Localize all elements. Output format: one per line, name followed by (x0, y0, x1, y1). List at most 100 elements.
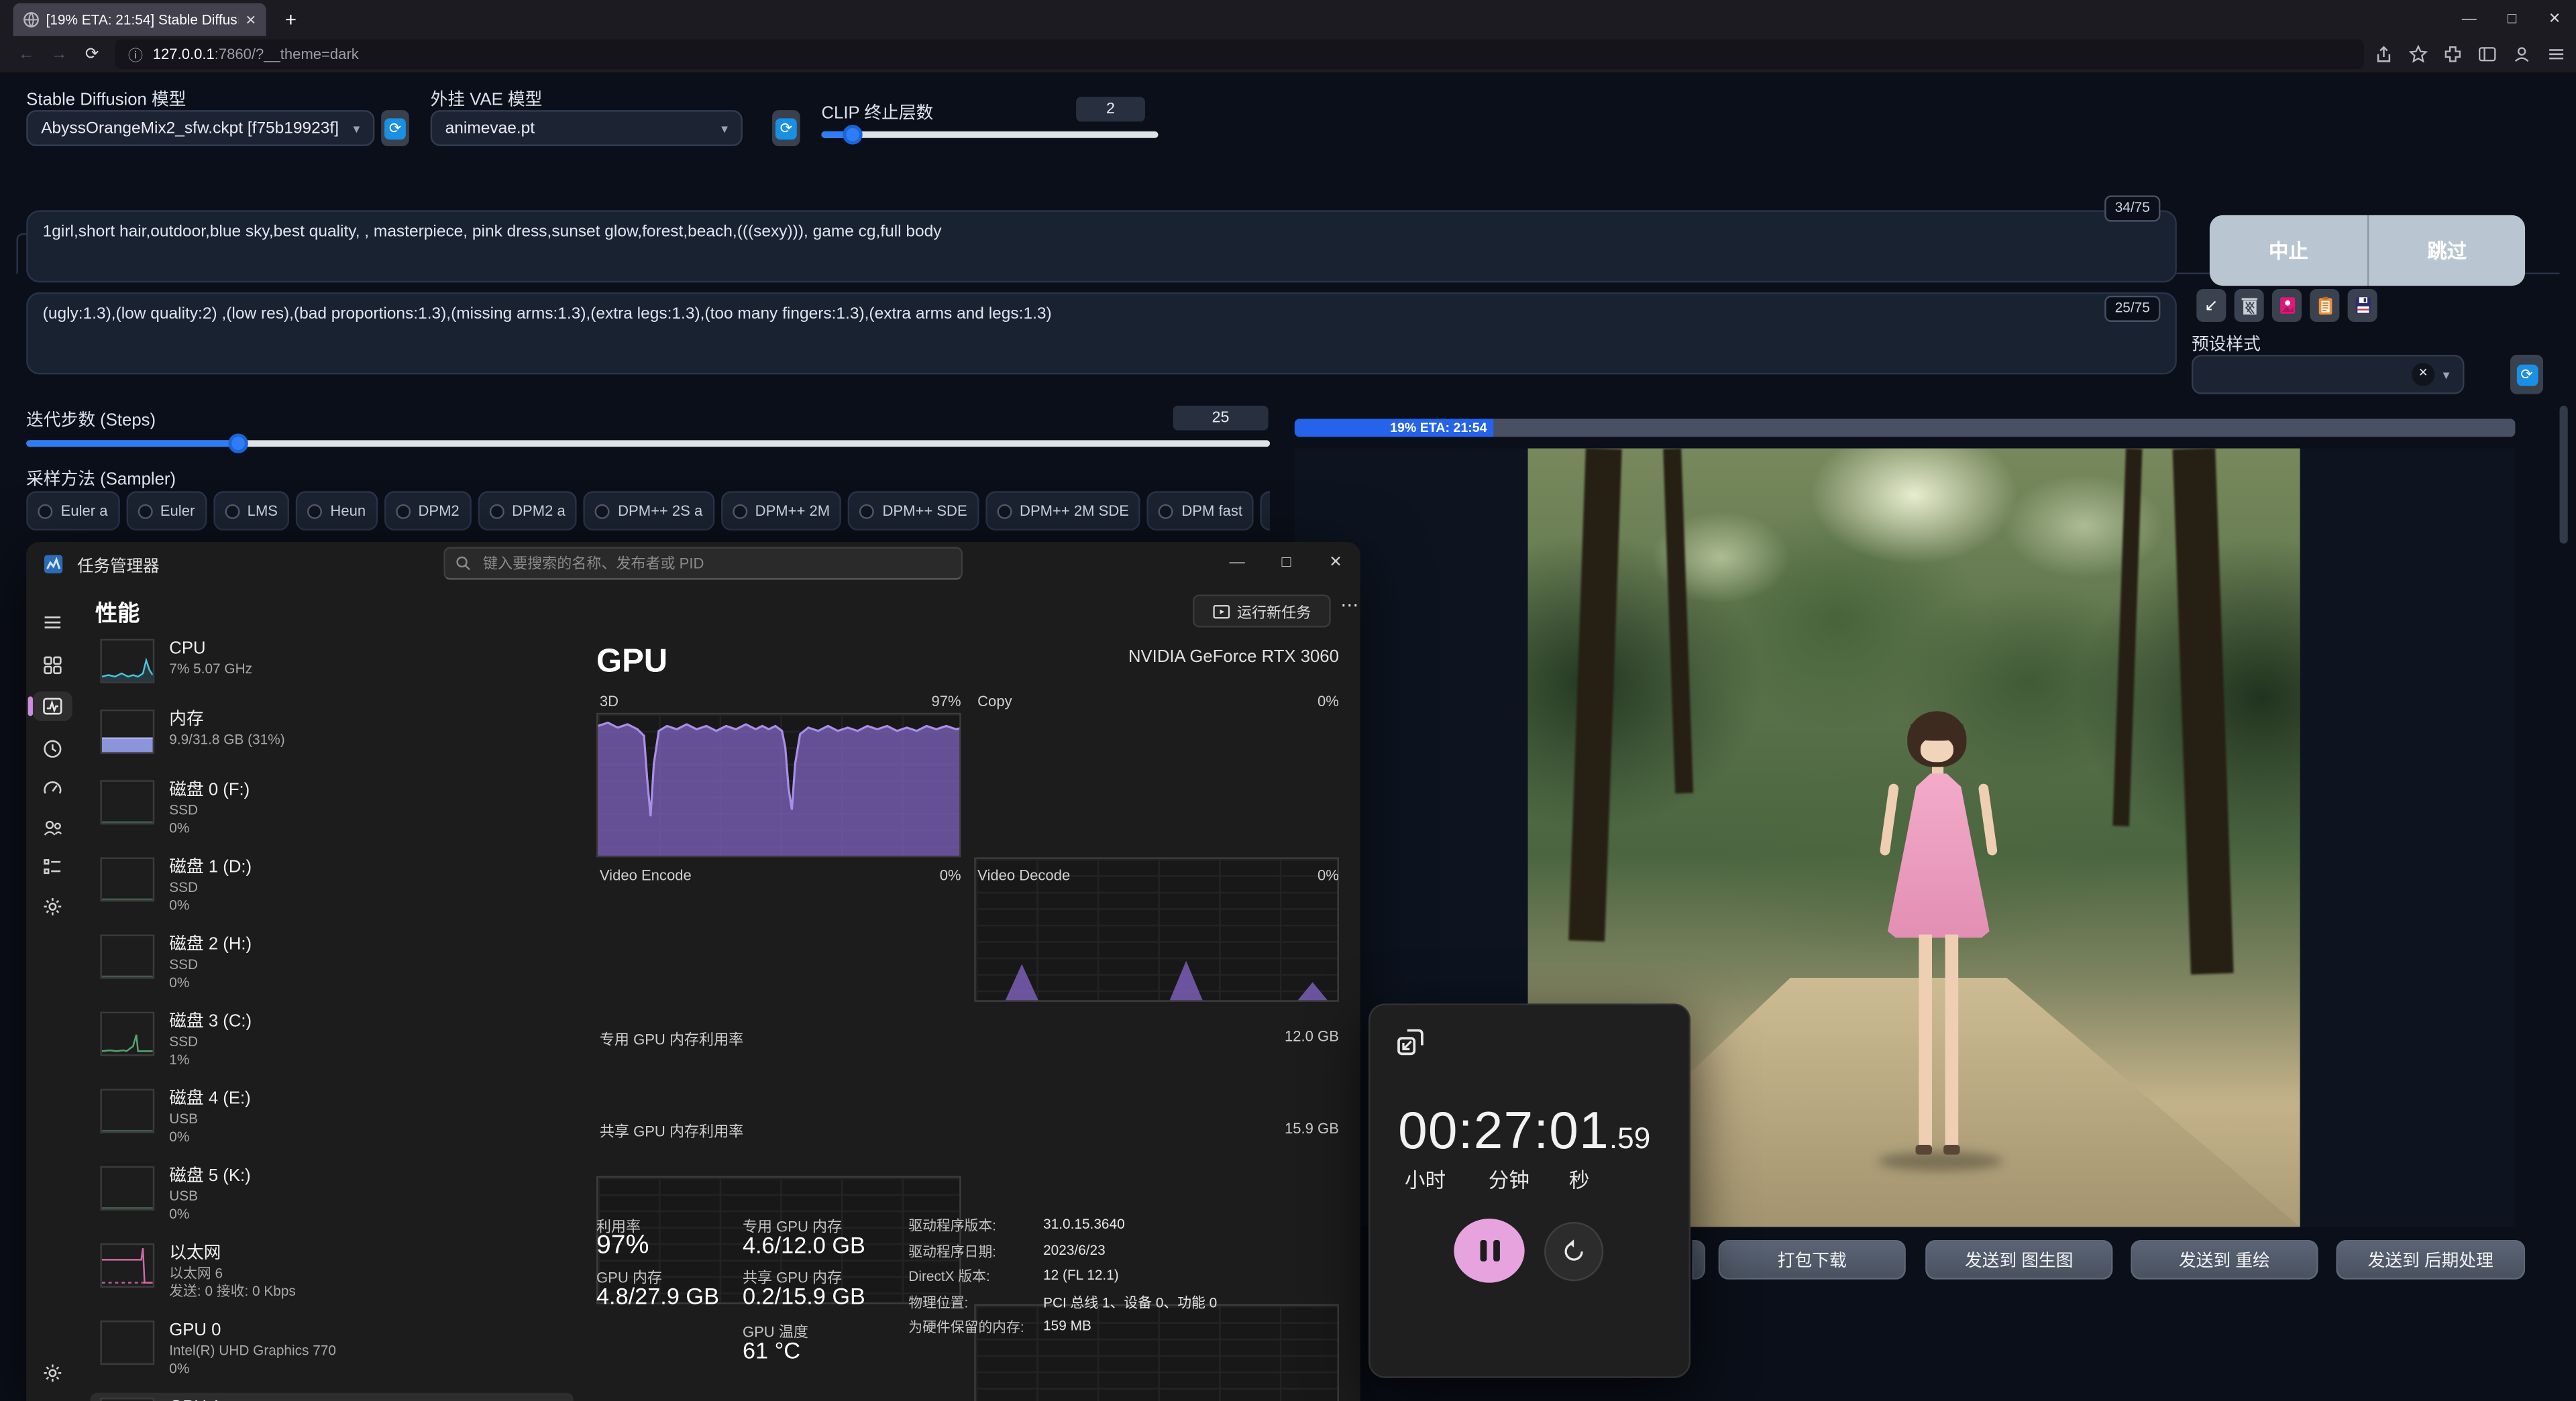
sidebar-disk2[interactable]: 磁盘 2 (H:)SSD0% (91, 930, 574, 999)
clip-skip-value[interactable]: 2 (1076, 97, 1145, 121)
refresh-icon: ⟳ (775, 117, 797, 139)
share-icon[interactable] (2374, 44, 2394, 64)
radio-icon (732, 504, 747, 518)
pause-button[interactable] (1454, 1219, 1524, 1283)
bookmark-star-icon[interactable] (2408, 44, 2428, 64)
url-bar[interactable]: ⓘ 127.0.0.1 :7860/?__theme=dark (115, 40, 2364, 69)
site-info-icon[interactable]: ⓘ (128, 44, 143, 65)
expand-restore-icon[interactable] (1395, 1027, 1426, 1058)
steps-slider[interactable] (26, 440, 1270, 447)
sd-model-refresh-button[interactable]: ⟳ (381, 110, 409, 146)
settings-gear-icon[interactable] (38, 1358, 67, 1388)
vae-refresh-button[interactable]: ⟳ (772, 110, 800, 146)
clip-skip-slider[interactable] (821, 131, 1158, 138)
taskmgr-minimize-button[interactable]: — (1212, 542, 1261, 585)
download-zip-button[interactable]: 打包下载 (1719, 1240, 1906, 1280)
sidebar-disk5[interactable]: 磁盘 5 (K:)USB0% (91, 1161, 574, 1230)
nav-services-icon[interactable] (38, 892, 67, 921)
forward-icon[interactable]: → (43, 45, 76, 63)
sidebar-disk3[interactable]: 磁盘 3 (C:)SSD1% (91, 1007, 574, 1076)
more-options-icon[interactable]: ⋯ (1340, 595, 1358, 616)
reset-button[interactable] (1544, 1222, 1603, 1281)
menu-icon[interactable] (2546, 44, 2566, 64)
prompt-textarea[interactable]: 1girl,short hair,outdoor,blue sky,best q… (26, 210, 2177, 282)
apply-style-clipboard-button[interactable] (2310, 289, 2339, 322)
page-scrollbar[interactable] (2560, 406, 2568, 544)
sidebar-gpu0[interactable]: GPU 0Intel(R) UHD Graphics 7700% (91, 1316, 574, 1385)
chart-3d-label: 3D (600, 693, 619, 709)
nav-performance-icon[interactable] (33, 691, 72, 721)
sidebar-disk1[interactable]: 磁盘 1 (D:)SSD0% (91, 852, 574, 921)
disk3-mini-chart (100, 1012, 154, 1056)
clear-prompt-trash-button[interactable] (2235, 289, 2264, 322)
nav-users-icon[interactable] (38, 813, 67, 842)
sampler-dpmpp-2m[interactable]: DPM++ 2M (720, 491, 841, 530)
gpu-pane-title: GPU (596, 644, 667, 681)
taskmgr-search[interactable] (443, 547, 963, 580)
partially-hidden-button[interactable] (1692, 1240, 1705, 1280)
nav-menu-icon[interactable] (38, 608, 67, 637)
nav-startup-icon[interactable] (38, 773, 67, 803)
sidebar-toggle-icon[interactable] (2477, 44, 2497, 64)
new-tab-button[interactable]: + (276, 5, 305, 34)
styles-dropdown[interactable]: ✕ ▾ (2192, 355, 2465, 394)
trash-icon (2240, 296, 2258, 315)
sampler-euler-a[interactable]: Euler a (26, 491, 119, 530)
sampler-euler[interactable]: Euler (125, 491, 206, 530)
send-to-inpaint-button[interactable]: 发送到 重绘 (2131, 1240, 2318, 1280)
radio-icon (1159, 504, 1173, 518)
taskmgr-titlebar: 任务管理器 — □ ✕ (26, 542, 1360, 585)
sampler-dpmpp-sde[interactable]: DPM++ SDE (848, 491, 979, 530)
vae-dropdown[interactable]: animevae.pt ▾ (431, 110, 743, 146)
dedicated-mem-label: 专用 GPU 内存利用率 (600, 1028, 743, 1050)
taskmgr-close-button[interactable]: ✕ (1311, 542, 1360, 585)
gpu-driver-details: 驱动程序版本:31.0.15.3640 驱动程序日期:2023/6/23 Dir… (908, 1215, 1217, 1337)
nav-processes-icon[interactable] (38, 651, 67, 680)
sampler-dpmpp-2s-a[interactable]: DPM++ 2S a (584, 491, 714, 530)
extensions-puzzle-icon[interactable] (2443, 44, 2463, 64)
sd-model-dropdown[interactable]: AbyssOrangeMix2_sfw.ckpt [f75b19923f] ▾ (26, 110, 374, 146)
stopwatch-time: 00:27:01.59 (1398, 1101, 1650, 1162)
nav-app-history-icon[interactable] (38, 734, 67, 764)
sidebar-gpu1[interactable]: GPU 1NVIDIA GeForce RTX 306097% (61 °C) (91, 1393, 574, 1401)
sidebar-disk4[interactable]: 磁盘 4 (E:)USB0% (91, 1084, 574, 1153)
reload-icon[interactable]: ⟳ (76, 45, 109, 63)
sidebar-cpu[interactable]: CPU7% 5.07 GHz (91, 634, 574, 696)
back-icon[interactable]: ← (10, 45, 43, 63)
sampler-dpm2[interactable]: DPM2 (384, 491, 471, 530)
steps-slider-thumb[interactable] (228, 434, 248, 453)
sidebar-memory[interactable]: 内存9.9/31.8 GB (31%) (91, 705, 574, 767)
interrupt-button[interactable]: 中止 (2210, 215, 2367, 286)
extra-networks-button[interactable] (2272, 289, 2302, 322)
window-close-button[interactable]: ✕ (2533, 0, 2576, 36)
skip-button[interactable]: 跳过 (2367, 215, 2525, 286)
run-new-task-button[interactable]: 运行新任务 (1193, 595, 1331, 628)
tab-close-icon[interactable]: ✕ (246, 12, 256, 27)
window-maximize-button[interactable]: □ (2491, 0, 2534, 36)
send-to-extras-button[interactable]: 发送到 后期处理 (2336, 1240, 2525, 1280)
taskmgr-title: 任务管理器 (77, 551, 159, 576)
clear-styles-icon[interactable]: ✕ (2412, 363, 2434, 386)
window-minimize-button[interactable]: — (2448, 0, 2491, 36)
sidebar-ethernet[interactable]: 以太网以太网 6发送: 0 接收: 0 Kbps (91, 1239, 574, 1308)
account-icon[interactable] (2512, 44, 2531, 64)
styles-refresh-button[interactable]: ⟳ (2510, 355, 2543, 394)
taskmgr-maximize-button[interactable]: □ (1262, 542, 1311, 585)
paste-arrow-button[interactable]: ↙ (2196, 289, 2226, 322)
sampler-lms[interactable]: LMS (213, 491, 289, 530)
clip-skip-slider-thumb[interactable] (843, 125, 862, 144)
sampler-dpm-adaptive[interactable]: DPM adaptive (1260, 491, 1270, 530)
sampler-dpmpp-2m-sde[interactable]: DPM++ 2M SDE (985, 491, 1141, 530)
sampler-dpm-fast[interactable]: DPM fast (1147, 491, 1254, 530)
steps-value[interactable]: 25 (1173, 406, 1269, 431)
sampler-dpm2-a[interactable]: DPM2 a (478, 491, 577, 530)
send-to-img2img-button[interactable]: 发送到 图生图 (1925, 1240, 2112, 1280)
chevron-down-icon: ▾ (353, 121, 360, 135)
browser-tab[interactable]: [19% ETA: 21:54] Stable Diffusi ✕ (13, 3, 266, 36)
sampler-heun[interactable]: Heun (296, 491, 377, 530)
save-style-button[interactable] (2348, 289, 2377, 322)
sidebar-disk0[interactable]: 磁盘 0 (F:)SSD0% (91, 775, 574, 844)
search-input[interactable] (480, 553, 951, 573)
nav-details-icon[interactable] (38, 852, 67, 882)
negative-prompt-textarea[interactable]: (ugly:1.3),(low quality:2) ,(low res),(b… (26, 292, 2177, 374)
